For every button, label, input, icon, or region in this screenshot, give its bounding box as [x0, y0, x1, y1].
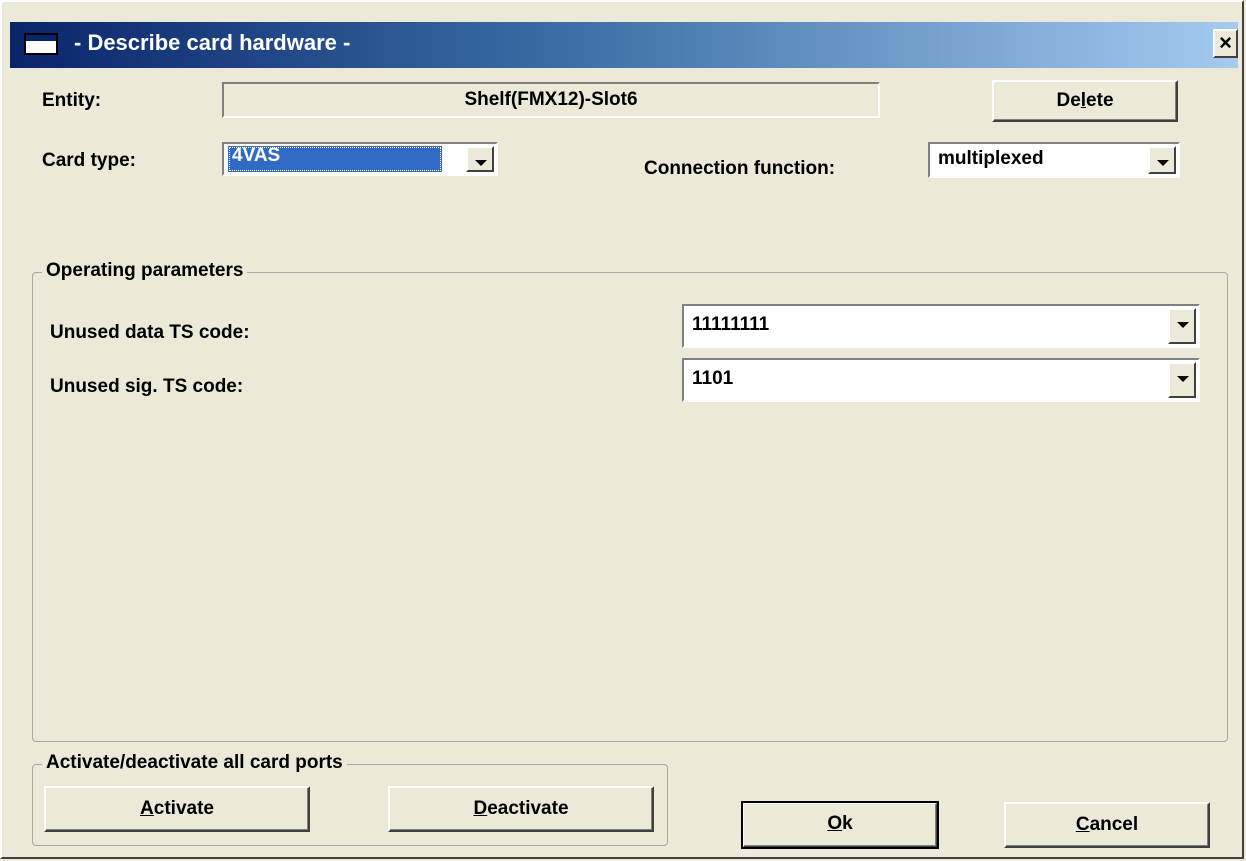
unused-sig-ts-value: 1101: [692, 368, 734, 389]
title-bar[interactable]: - Describe card hardware - ×: [10, 22, 1238, 68]
card-ports-title: Activate/deactivate all card ports: [42, 752, 347, 774]
unused-sig-ts-label: Unused sig. TS code:: [50, 376, 244, 397]
delete-button[interactable]: Delete: [992, 80, 1178, 122]
activate-button[interactable]: Activate: [44, 786, 310, 832]
deactivate-button[interactable]: Deactivate: [388, 786, 654, 832]
window-icon: [24, 33, 58, 55]
chevron-down-icon[interactable]: [1168, 308, 1196, 344]
window-title: - Describe card hardware -: [74, 30, 351, 55]
dialog-window: - Describe card hardware - × Entity: She…: [0, 0, 1244, 859]
ok-button[interactable]: Ok: [741, 801, 939, 849]
cancel-button[interactable]: Cancel: [1004, 802, 1210, 848]
connection-function-value: multiplexed: [938, 148, 1044, 169]
connection-function-label: Connection function:: [644, 158, 836, 179]
close-button[interactable]: ×: [1213, 29, 1238, 58]
entity-field: Shelf(FMX12)-Slot6: [222, 82, 880, 118]
unused-sig-ts-select[interactable]: 1101: [682, 358, 1200, 402]
unused-data-ts-value: 11111111: [692, 314, 770, 335]
card-type-label: Card type:: [42, 150, 136, 171]
entity-label: Entity:: [42, 90, 102, 111]
card-type-select[interactable]: 4VAS: [222, 142, 498, 176]
card-type-value: 4VAS: [232, 145, 281, 166]
connection-function-select[interactable]: multiplexed: [928, 142, 1180, 178]
chevron-down-icon[interactable]: [1148, 146, 1176, 174]
chevron-down-icon[interactable]: [1168, 362, 1196, 398]
operating-parameters-title: Operating parameters: [42, 260, 248, 282]
unused-data-ts-select[interactable]: 11111111: [682, 304, 1200, 348]
chevron-down-icon[interactable]: [466, 146, 494, 172]
unused-data-ts-label: Unused data TS code:: [50, 322, 250, 343]
